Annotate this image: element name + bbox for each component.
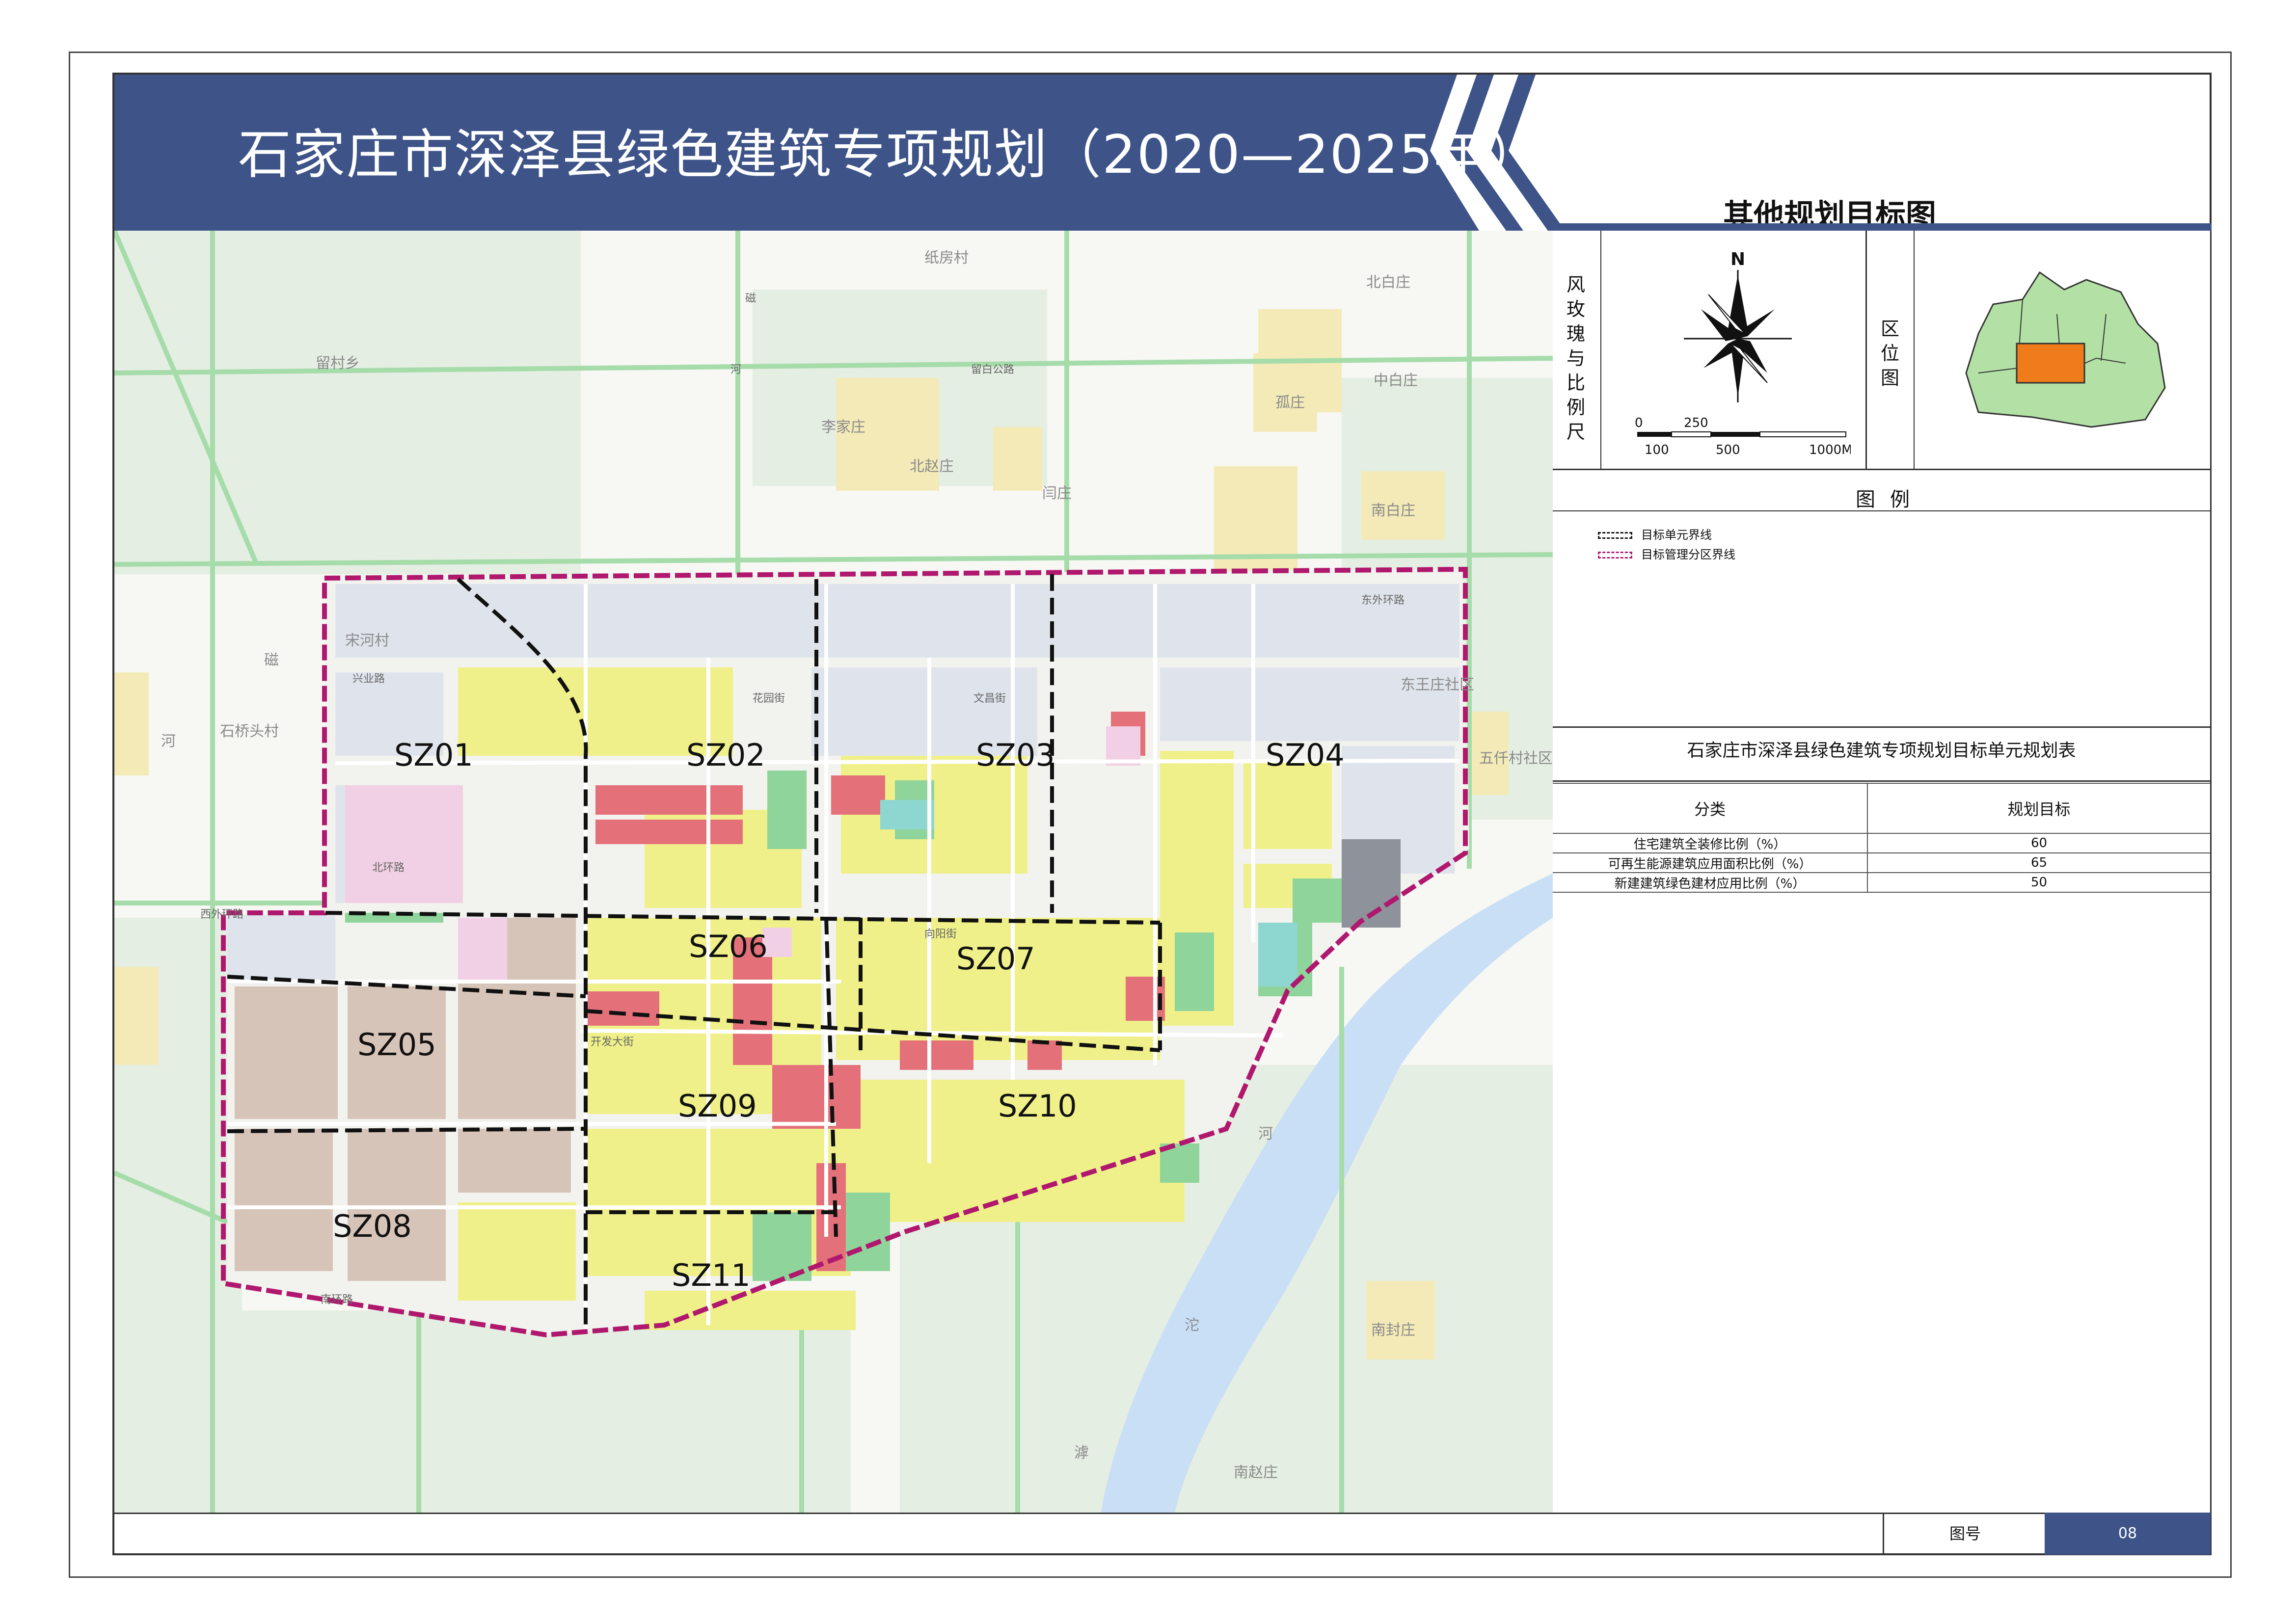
table-cell: 住宅建筑全装修比例（%） bbox=[1553, 833, 1868, 853]
table-cell: 50 bbox=[1867, 872, 2210, 893]
table-row: 可再生能源建筑应用面积比例（%） 65 bbox=[1553, 852, 2210, 873]
road-label: 文昌街 bbox=[973, 692, 1006, 705]
unit-label: SZ11 bbox=[672, 1257, 751, 1293]
unit-label: SZ08 bbox=[333, 1208, 412, 1244]
location-map-label: 区位图 bbox=[1880, 318, 1899, 389]
scale-tick-label: 500 bbox=[1716, 443, 1740, 457]
place-label: 石桥头村 bbox=[220, 723, 279, 740]
north-label: N bbox=[1730, 250, 1745, 269]
place-label: 中白庄 bbox=[1374, 372, 1418, 389]
table-row: 住宅建筑全装修比例（%） 60 bbox=[1553, 833, 2210, 853]
table-header: 规划目标 bbox=[1867, 783, 2210, 833]
page-title: 石家庄市深泽县绿色建筑专项规划（2020—2025年） bbox=[238, 124, 1542, 186]
table-cell: 新建建筑绿色建材应用比例（%） bbox=[1553, 872, 1868, 893]
place-label: 孤庄 bbox=[1275, 394, 1305, 411]
compass-scale-label: 风玫瑰与比例尺 bbox=[1566, 274, 1585, 443]
wind-rose-icon bbox=[1684, 270, 1792, 402]
legend-title: 图例 bbox=[1856, 488, 1924, 511]
scale-tick-label: 0 bbox=[1635, 416, 1643, 430]
panel-divider bbox=[1553, 469, 2211, 470]
legend-item-zone-boundary: 目标管理分区界线 bbox=[1598, 545, 1735, 562]
road-label: 兴业路 bbox=[352, 673, 385, 685]
road-label: 北环路 bbox=[372, 862, 405, 874]
road-label: 磁 bbox=[745, 293, 756, 305]
unit-label: SZ07 bbox=[956, 941, 1035, 977]
figure-number-label: 图号 bbox=[1883, 1513, 2046, 1555]
black-dash-swatch bbox=[1598, 532, 1632, 539]
location-map-graphic bbox=[1965, 271, 2166, 428]
county-highlight bbox=[2016, 343, 2085, 384]
table-title: 石家庄市深泽县绿色建筑专项规划目标单元规划表 bbox=[1687, 741, 2076, 761]
water-label: 沱 bbox=[1185, 1317, 1199, 1334]
unit-label: SZ02 bbox=[686, 737, 765, 773]
figure-number: 08 bbox=[2045, 1513, 2211, 1555]
road-label: 南环路 bbox=[321, 1294, 353, 1306]
scale-tick-label: 1000M bbox=[1809, 443, 1851, 457]
table-header: 分类 bbox=[1553, 783, 1868, 833]
place-label: 南赵庄 bbox=[1234, 1464, 1278, 1481]
planning-table: 分类 规划目标 住宅建筑全装修比例（%） 60 可再生能源建筑应用面积比例（%）… bbox=[1553, 783, 2210, 893]
road-label: 河 bbox=[730, 364, 741, 376]
table-cell: 65 bbox=[1867, 852, 2210, 873]
place-label: 北白庄 bbox=[1366, 274, 1410, 291]
planning-map: SZ01 SZ02 SZ03 SZ04 SZ05 SZ06 SZ07 SZ08 … bbox=[114, 231, 1554, 1513]
place-label: 留村乡 bbox=[316, 355, 360, 372]
subtitle-underline bbox=[1551, 223, 2212, 231]
place-label: 闫庄 bbox=[1042, 485, 1072, 502]
unit-label: SZ03 bbox=[976, 737, 1055, 773]
table-cell: 60 bbox=[1867, 833, 2210, 853]
road-label: 留白公路 bbox=[971, 364, 1014, 376]
table-row: 新建建筑绿色建材应用比例（%） 50 bbox=[1553, 872, 2210, 893]
road-label: 向阳街 bbox=[924, 928, 957, 940]
place-label: 李家庄 bbox=[821, 419, 865, 436]
wind-rose-and-scale: N 0 250 100 500 1000M bbox=[1635, 250, 1851, 457]
water-label: 河 bbox=[161, 733, 176, 750]
scale-bar: 0 250 100 500 1000M bbox=[1635, 416, 1851, 457]
map-canvas: SZ01 SZ02 SZ03 SZ04 SZ05 SZ06 SZ07 SZ08 … bbox=[114, 231, 1553, 1513]
table-header-row: 分类 规划目标 bbox=[1553, 783, 2210, 833]
place-label: 纸房村 bbox=[924, 249, 969, 266]
table-cell: 可再生能源建筑应用面积比例（%） bbox=[1553, 852, 1868, 873]
panel-divider bbox=[1914, 231, 1915, 469]
place-label: 东王庄社区 bbox=[1401, 676, 1474, 693]
water-label: 滹 bbox=[1074, 1444, 1089, 1462]
road-label: 东外环路 bbox=[1361, 594, 1405, 607]
unit-label: SZ06 bbox=[689, 929, 768, 964]
panel-divider bbox=[1865, 231, 1867, 469]
legend-item-unit-boundary: 目标单元界线 bbox=[1598, 525, 1712, 542]
table-top-rule bbox=[1553, 780, 2211, 782]
road-label: 开发大街 bbox=[591, 1036, 634, 1048]
place-label: 南白庄 bbox=[1371, 502, 1415, 519]
panel-divider bbox=[1600, 231, 1601, 469]
unit-label: SZ05 bbox=[357, 1027, 436, 1063]
panel-divider bbox=[1553, 726, 2211, 728]
scale-tick-label: 100 bbox=[1645, 443, 1669, 457]
road-label: 西外环路 bbox=[200, 908, 243, 921]
place-label: 南封庄 bbox=[1371, 1322, 1415, 1339]
unit-label: SZ01 bbox=[394, 737, 473, 773]
unit-label: SZ10 bbox=[998, 1088, 1077, 1124]
road-label: 花园街 bbox=[753, 692, 785, 705]
water-label: 河 bbox=[1258, 1125, 1273, 1143]
place-label: 五仟村社区 bbox=[1479, 750, 1553, 767]
scale-tick-label: 250 bbox=[1684, 416, 1708, 430]
unit-label: SZ09 bbox=[678, 1088, 757, 1124]
place-label: 宋河村 bbox=[345, 632, 389, 649]
water-label: 磁 bbox=[264, 652, 279, 669]
magenta-dash-swatch bbox=[1598, 552, 1632, 559]
unit-label: SZ04 bbox=[1266, 737, 1345, 773]
place-label: 北赵庄 bbox=[910, 458, 954, 475]
